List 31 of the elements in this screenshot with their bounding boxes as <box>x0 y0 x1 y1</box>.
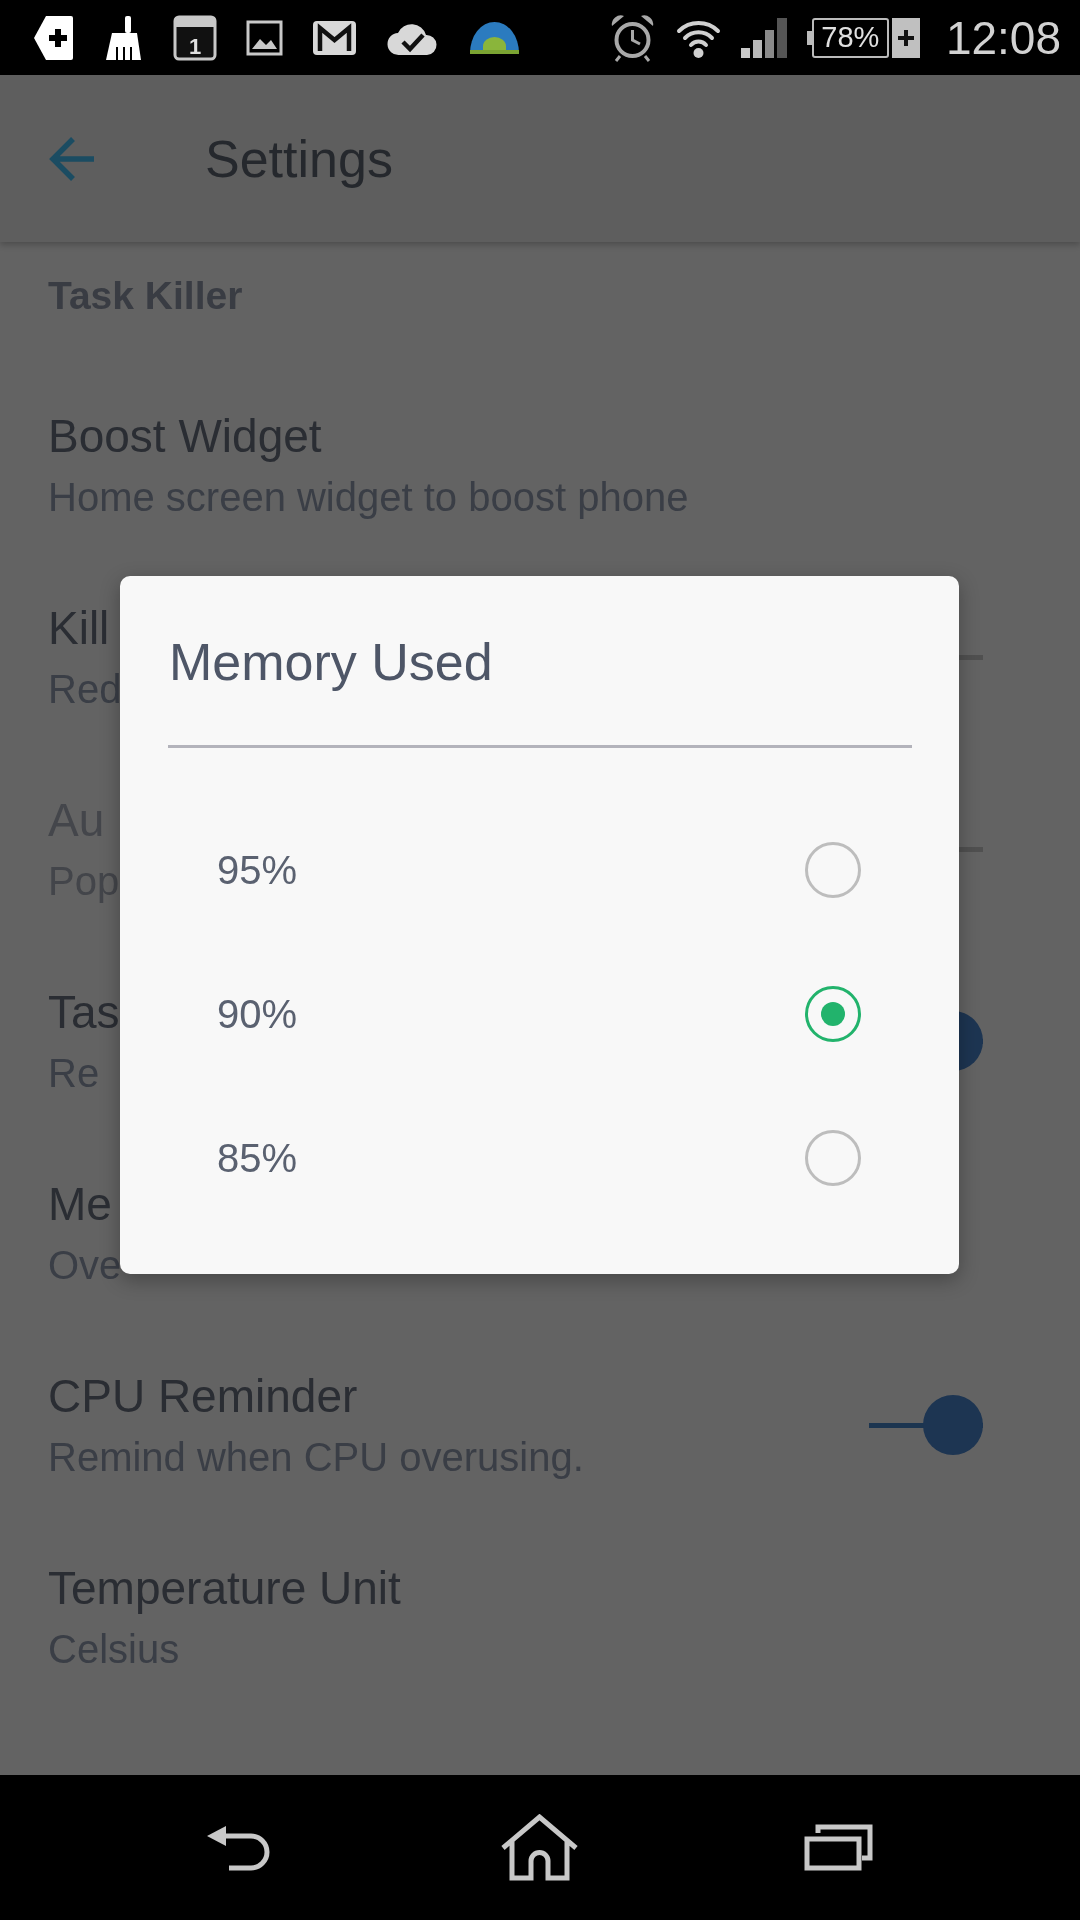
dialog-title: Memory Used <box>169 632 494 693</box>
mail-icon <box>312 19 357 56</box>
nav-home-button[interactable] <box>500 1814 579 1881</box>
setting-title: Temperature Unit <box>48 1561 401 1616</box>
app-bar-title: Settings <box>205 128 393 190</box>
back-arrow-button[interactable] <box>48 134 96 183</box>
battery-indicator: 78% <box>806 17 889 58</box>
home-icon <box>500 1814 579 1881</box>
radio-button[interactable] <box>805 842 861 898</box>
setting-title: Tas <box>48 985 120 1040</box>
dome-app-icon <box>469 21 520 54</box>
charging-plus-icon <box>891 17 920 58</box>
radio-button[interactable] <box>805 1130 861 1186</box>
status-time: 12:08 <box>945 11 1061 64</box>
back-arrow-icon <box>48 134 96 183</box>
setting-title: Me <box>48 1177 112 1232</box>
setting-title: Kill <box>48 601 110 656</box>
option-label: 90% <box>217 991 298 1038</box>
calendar-day: 1 <box>188 33 202 59</box>
radio-button[interactable] <box>805 986 861 1042</box>
signal-icon <box>740 17 787 58</box>
toggle-switch[interactable] <box>869 1395 983 1455</box>
broom-icon <box>103 14 144 61</box>
plus-tag-icon <box>33 14 74 61</box>
option-label: 95% <box>217 847 298 894</box>
nav-recents-button[interactable] <box>804 1824 873 1871</box>
image-icon <box>246 19 283 56</box>
option-label: 85% <box>217 1135 298 1182</box>
setting-title: CPU Reminder <box>48 1369 358 1424</box>
recent-apps-icon <box>804 1824 873 1871</box>
setting-title: Boost Widget <box>48 409 322 464</box>
